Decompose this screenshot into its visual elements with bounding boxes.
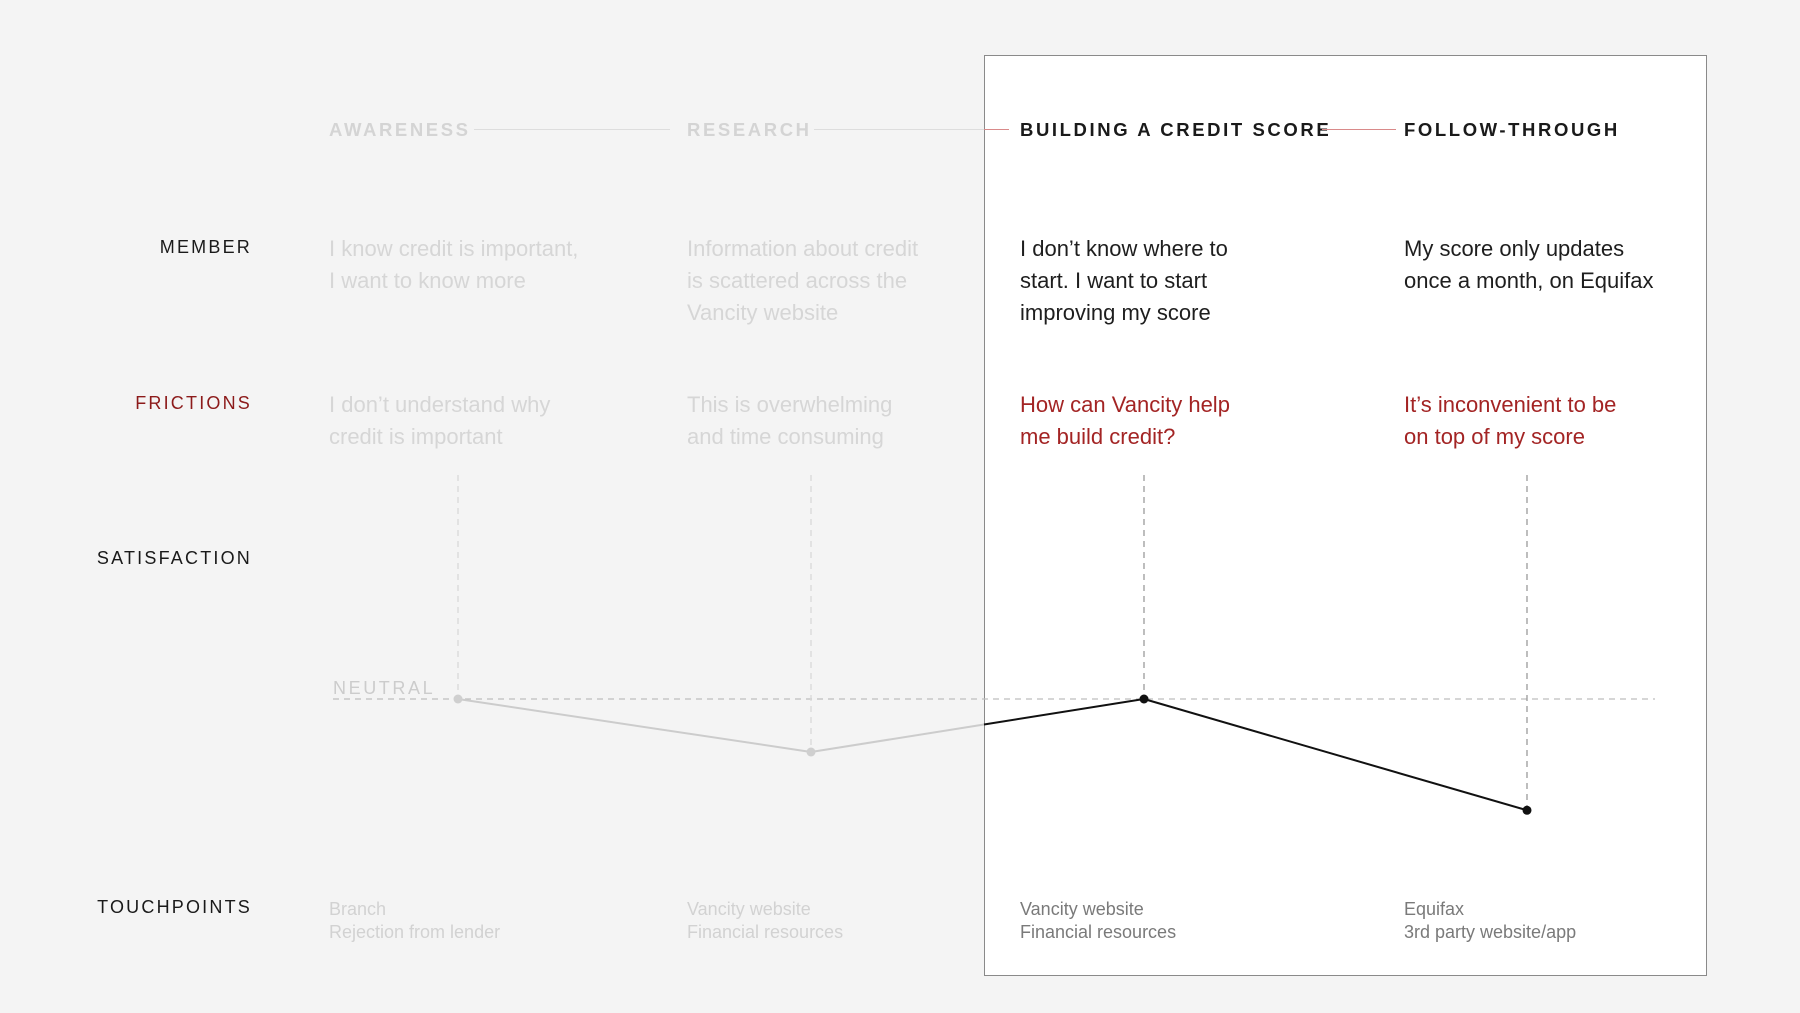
- series-segment-2: [1143, 698, 1528, 812]
- neutral-label: NEUTRAL: [333, 678, 436, 698]
- satisfaction-chart: [333, 475, 1655, 815]
- data-point-2: [1139, 694, 1149, 704]
- data-point-0: [453, 694, 463, 704]
- data-point-3: [1522, 805, 1532, 815]
- series-segment-0: [457, 698, 812, 753]
- touchpoints-follow-through: Equifax 3rd party website/app: [1404, 899, 1577, 942]
- series-segment-1-faded: [810, 723, 985, 753]
- series-segment-1-active: [983, 698, 1145, 726]
- touchpoints-awareness: Branch Rejection from lender: [329, 899, 501, 942]
- touchpoints-research: Vancity website Financial resources: [687, 899, 844, 942]
- touchpoints-building: Vancity website Financial resources: [1020, 899, 1177, 942]
- data-point-1: [806, 747, 816, 757]
